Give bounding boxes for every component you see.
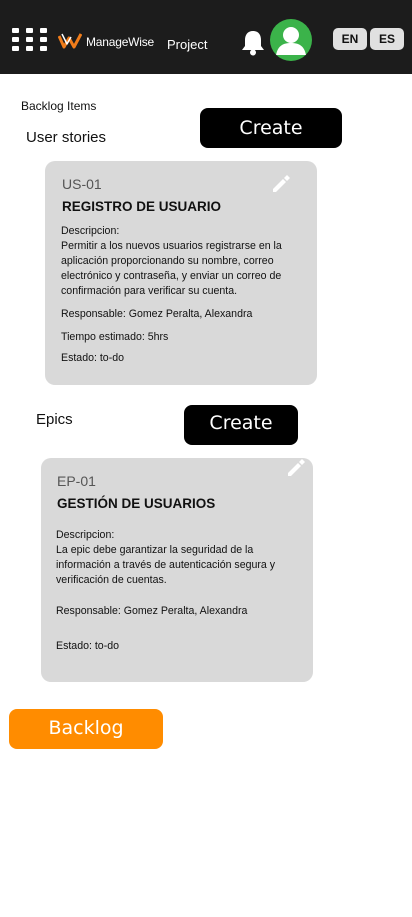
page-title: Backlog Items (21, 99, 97, 113)
language-en-button[interactable]: EN (333, 28, 367, 50)
description-label: Descripcion: (61, 225, 120, 237)
epic-card[interactable]: EP-01 GESTIÓN DE USUARIOS Descripcion: L… (41, 458, 313, 682)
description-text: La epic debe garantizar la seguridad de … (56, 544, 276, 586)
project-label[interactable]: Project (167, 37, 207, 52)
create-epic-button[interactable]: Create (184, 405, 298, 445)
state-text: Estado: to-do (61, 352, 125, 364)
card-title: GESTIÓN DE USUARIOS (57, 496, 216, 511)
state-text: Estado: to-do (56, 640, 120, 652)
edit-icon[interactable] (285, 457, 307, 479)
card-title: REGISTRO DE USUARIO (62, 199, 222, 214)
user-story-card[interactable]: US-01 REGISTRO DE USUARIO Descripcion: P… (45, 161, 317, 385)
user-avatar-icon[interactable] (270, 19, 312, 61)
bell-icon[interactable] (240, 28, 266, 56)
managewise-logo-icon (58, 33, 82, 49)
apps-grid-icon[interactable] (12, 28, 48, 51)
card-id: EP-01 (57, 473, 96, 489)
estimated-time-text: Tiempo estimado: 5hrs (61, 331, 169, 343)
language-es-button[interactable]: ES (370, 28, 404, 50)
top-bar: ManageWise Project EN ES (0, 0, 412, 74)
create-user-story-button[interactable]: Create (200, 108, 342, 148)
brand-name: ManageWise (86, 35, 155, 49)
card-id: US-01 (62, 176, 102, 192)
user-stories-heading: User stories (26, 129, 107, 146)
responsible-text: Responsable: Gomez Peralta, Alexandra (56, 605, 248, 617)
responsible-text: Responsable: Gomez Peralta, Alexandra (61, 308, 253, 320)
edit-icon[interactable] (270, 173, 292, 195)
description-label: Descripcion: (56, 529, 115, 541)
epics-heading: Epics (36, 411, 73, 428)
description-text: Permitir a los nuevos usuarios registrar… (61, 240, 282, 297)
backlog-button[interactable]: Backlog (9, 709, 163, 749)
